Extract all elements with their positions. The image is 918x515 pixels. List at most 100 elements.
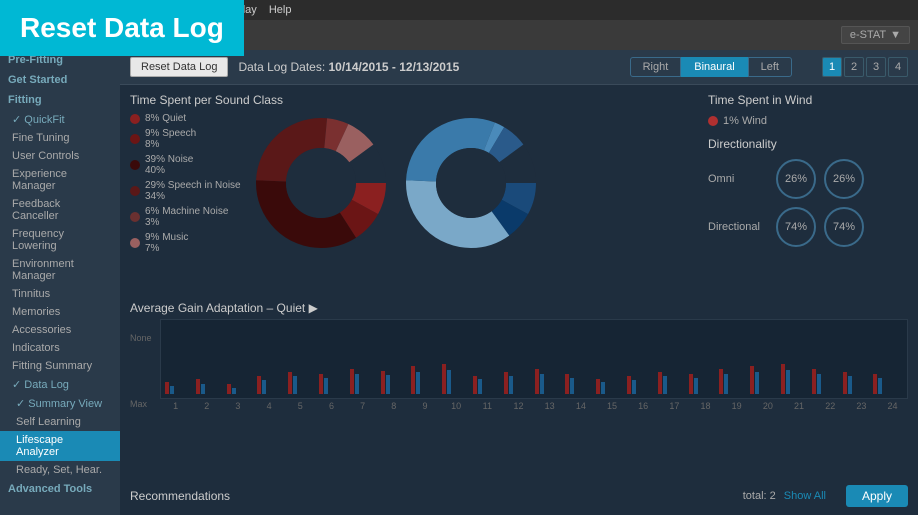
bar-blue bbox=[293, 376, 297, 394]
dates-value: 10/14/2015 - 12/13/2015 bbox=[329, 60, 460, 74]
ear-tab-group: Right Binaural Left bbox=[630, 57, 792, 77]
x-axis-label: 6 bbox=[316, 401, 347, 411]
legend-dot-machine bbox=[130, 212, 140, 222]
bar-group bbox=[873, 374, 903, 394]
x-axis-label: 19 bbox=[721, 401, 752, 411]
bar-blue bbox=[570, 378, 574, 394]
none-label: None bbox=[130, 333, 152, 343]
sidebar-item-user-controls[interactable]: User Controls bbox=[0, 147, 120, 165]
donut-chart-2 bbox=[401, 113, 541, 253]
legend-label-noise: 39% Noise40% bbox=[145, 154, 193, 176]
bar-blue bbox=[848, 376, 852, 394]
x-axis-label: 17 bbox=[659, 401, 690, 411]
sidebar-item-fitting-summary[interactable]: Fitting Summary bbox=[0, 357, 120, 375]
bar-blue bbox=[170, 386, 174, 394]
page-btn-4[interactable]: 4 bbox=[888, 57, 908, 77]
legend-label-speech: 9% Speech8% bbox=[145, 128, 196, 150]
sidebar-item-advanced-tools[interactable]: Advanced Tools bbox=[0, 479, 120, 499]
bar-red bbox=[350, 369, 354, 394]
sidebar-item-indicators[interactable]: Indicators bbox=[0, 339, 120, 357]
sidebar-item-memories[interactable]: Memories bbox=[0, 303, 120, 321]
bar-group bbox=[288, 372, 318, 394]
sidebar-item-lifescape-analyzer[interactable]: Lifescape Analyzer bbox=[0, 431, 120, 461]
legend-quiet: 8% Quiet bbox=[130, 113, 241, 124]
bar-blue bbox=[878, 378, 882, 394]
sidebar-item-feedback-canceller[interactable]: Feedback Canceller bbox=[0, 195, 120, 225]
dir-row-directional: Directional 74% 74% bbox=[708, 207, 908, 247]
tab-right[interactable]: Right bbox=[630, 57, 682, 77]
show-all-link[interactable]: Show All bbox=[784, 490, 826, 502]
bar-blue bbox=[724, 374, 728, 394]
legend-dot-speech bbox=[130, 134, 140, 144]
sidebar-item-data-log[interactable]: ✓ Data Log bbox=[0, 375, 120, 394]
e-stat-selector[interactable]: e-STAT ▼ bbox=[841, 26, 910, 44]
recommendations-bar: Recommendations total: 2 Show All Apply bbox=[130, 485, 908, 507]
bar-red bbox=[627, 376, 631, 394]
dir-label-directional: Directional bbox=[708, 221, 768, 233]
x-axis-label: 14 bbox=[565, 401, 596, 411]
x-axis-label: 16 bbox=[628, 401, 659, 411]
bar-red bbox=[719, 369, 723, 394]
sidebar-item-self-learning[interactable]: Self Learning bbox=[0, 413, 120, 431]
sidebar-item-environment-manager[interactable]: Environment Manager bbox=[0, 255, 120, 285]
page-btn-2[interactable]: 2 bbox=[844, 57, 864, 77]
recommendations-title: Recommendations bbox=[130, 489, 230, 503]
bar-blue bbox=[416, 372, 420, 394]
dir-circle-dir-2: 74% bbox=[824, 207, 864, 247]
x-axis-label: 18 bbox=[690, 401, 721, 411]
bar-red bbox=[504, 372, 508, 394]
page-btn-1[interactable]: 1 bbox=[822, 57, 842, 77]
x-axis-label: 3 bbox=[222, 401, 253, 411]
reset-data-log-banner: Reset Data Log bbox=[0, 0, 244, 56]
data-log-dates: Data Log Dates: 10/14/2015 - 12/13/2015 bbox=[238, 60, 459, 74]
y-axis: None Max bbox=[130, 331, 160, 411]
page-btn-3[interactable]: 3 bbox=[866, 57, 886, 77]
tab-binaural[interactable]: Binaural bbox=[681, 57, 747, 77]
sidebar-item-fitting[interactable]: Fitting bbox=[0, 90, 120, 110]
menu-help[interactable]: Help bbox=[269, 4, 292, 16]
sidebar-item-fine-tuning[interactable]: Fine Tuning bbox=[0, 129, 120, 147]
bar-red bbox=[227, 384, 231, 394]
legend-speech: 9% Speech8% bbox=[130, 128, 241, 150]
legend-dot-quiet bbox=[130, 114, 140, 124]
legend-dot-music bbox=[130, 238, 140, 248]
bar-red bbox=[381, 371, 385, 394]
bar-group bbox=[319, 374, 349, 394]
legend-label-machine: 6% Machine Noise3% bbox=[145, 206, 228, 228]
bar-blue bbox=[386, 375, 390, 394]
legend-dot-speech-noise bbox=[130, 186, 140, 196]
bar-group bbox=[442, 364, 472, 394]
avg-gain-section: Average Gain Adaptation – Quiet ▶ None M… bbox=[130, 301, 908, 411]
sidebar-item-quickfit[interactable]: ✓ QuickFit bbox=[0, 110, 120, 129]
sidebar-item-ready-set-hear[interactable]: Ready, Set, Hear. bbox=[0, 461, 120, 479]
apply-button[interactable]: Apply bbox=[846, 485, 908, 507]
bar-blue bbox=[262, 380, 266, 394]
sidebar-item-get-started[interactable]: Get Started bbox=[0, 70, 120, 90]
bar-blue bbox=[509, 376, 513, 394]
directionality-title: Directionality bbox=[708, 137, 908, 151]
bar-chart-wrapper: None Max 1234567891011121314151617181920… bbox=[130, 319, 908, 411]
x-axis-label: 2 bbox=[191, 401, 222, 411]
bar-blue bbox=[694, 378, 698, 394]
bar-chart: 123456789101112131415161718192021222324 bbox=[160, 319, 908, 411]
bar-group bbox=[719, 369, 749, 394]
bar-chart-container bbox=[160, 319, 908, 399]
tab-left[interactable]: Left bbox=[748, 57, 792, 77]
bar-blue bbox=[663, 376, 667, 394]
bar-blue bbox=[324, 378, 328, 394]
x-axis-label: 7 bbox=[347, 401, 378, 411]
bar-blue bbox=[478, 379, 482, 394]
x-axis-label: 21 bbox=[783, 401, 814, 411]
bar-red bbox=[873, 374, 877, 394]
sidebar-item-tinnitus[interactable]: Tinnitus bbox=[0, 285, 120, 303]
x-axis-label: 9 bbox=[409, 401, 440, 411]
sidebar-item-summary-view[interactable]: ✓ Summary View bbox=[0, 394, 120, 413]
sidebar-item-accessories[interactable]: Accessories bbox=[0, 321, 120, 339]
x-axis-label: 4 bbox=[254, 401, 285, 411]
x-axis-label: 11 bbox=[472, 401, 503, 411]
dir-circle-dir-1: 74% bbox=[776, 207, 816, 247]
sidebar-item-frequency-lowering[interactable]: Frequency Lowering bbox=[0, 225, 120, 255]
sidebar-item-experience-manager[interactable]: Experience Manager bbox=[0, 165, 120, 195]
reset-data-log-button[interactable]: Reset Data Log bbox=[130, 57, 228, 77]
x-axis-label: 8 bbox=[378, 401, 409, 411]
